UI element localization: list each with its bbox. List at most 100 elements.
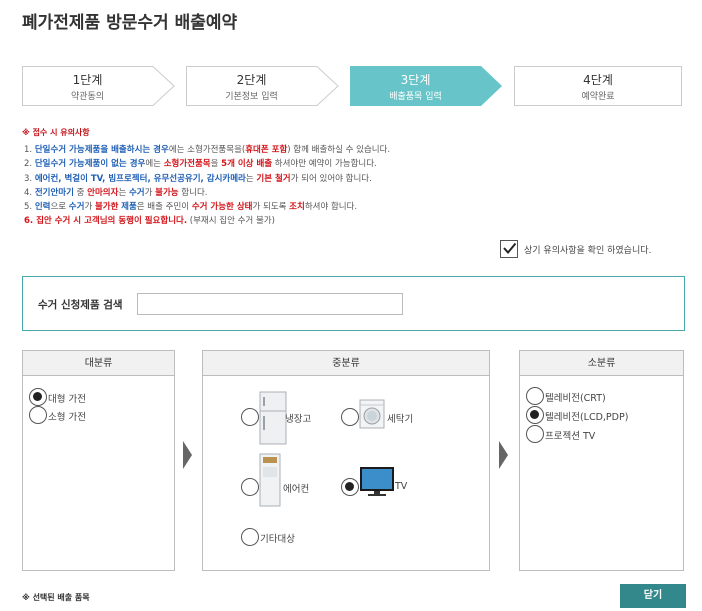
notice-text-segment: (부재시 집안 수거 불가) [187,216,275,227]
step-2-subtitle: 기본정보 입력 [225,92,278,102]
notice-text-segment: 가 [144,187,156,198]
others-radio[interactable] [241,528,259,546]
notice-text-segment: 5개 이상 배출 [221,159,273,170]
notice-item: 6. 집안 수거 시 고객님의 동행이 필요합니다. (부재시 집안 수거 불가… [24,214,390,228]
step-3-title: 3단계 [400,73,431,87]
notice-text-segment: 휴대폰 포함 [245,145,288,155]
air-conditioner-label: 에어컨 [283,484,310,495]
confirm-row: 상기 유의사항을 확인 하였습니다. [500,239,651,259]
notice-text-segment: 가 되어 있어야 합니다. [290,173,372,184]
washing-machine-label: 세탁기 [387,414,414,425]
notice-text-segment: 안마의자 [87,187,119,198]
notice-text-segment: 6. 집안 수거 시 고객님의 동행이 필요합니다. [24,216,188,227]
notice-text-segment: 조치 [289,202,305,213]
arrow-right-icon [183,441,192,469]
tv-lcd-pdp-radio[interactable] [526,406,544,424]
air-conditioner-radio[interactable] [241,478,259,496]
step-2: 2단계 기본정보 입력 [186,66,339,106]
refrigerator-icon [259,391,287,445]
step-4-title: 4단계 [583,73,613,87]
notice-text-segment: 단일수거 가능제품이 없는 경우 [34,159,146,170]
notice-text-segment: 으로 [50,202,69,213]
notice-text-segment: 는 [118,187,129,198]
search-input[interactable] [137,293,403,315]
search-section: 수거 신청제품 검색 [22,276,685,331]
notice-item: 3. 에어컨, 벽걸이 TV, 빔프로젝터, 유무선공유기, 감시카메라는 기본… [24,172,390,186]
notice-text-segment: 가 되도록 [252,202,290,213]
notice-text-segment: 하셔야 합니다. [304,202,358,213]
mid-category-header: 중분류 [203,351,489,376]
mid-category-panel: 중분류 냉장고 세탁기 에어컨 TV 기타대상 [202,350,490,571]
notice-text-segment: 하셔야만 예약이 가능합니다. [272,159,377,170]
notice-text-segment: 수거 [68,202,85,213]
notice-text-segment: 제품 [121,202,137,213]
small-appliance-radio[interactable] [29,406,47,424]
notice-text-segment: 4. [24,187,35,198]
notice-text-segment: 합니다. [178,187,208,198]
notice-text-segment: 기본 철거 [256,173,291,184]
check-icon [503,242,517,255]
notice-text-segment: 3. [24,173,35,184]
notice-text-segment: 2. [24,159,35,170]
tv-radio[interactable] [341,478,359,496]
small-category-panel: 소분류 텔레비전(CRT) 텔레비전(LCD,PDP) 프로젝션 TV [519,350,684,571]
notice-text-segment: 수거 가능한 상태 [191,202,253,213]
step-indicator: 1단계 약관동의 2단계 기본정보 입력 3단계 배출품목 입력 4단계 예약완… [22,66,682,106]
notice-text-segment: 중 [73,187,88,198]
notice-text-segment: 1. [24,145,35,155]
step-1-title: 1단계 [72,73,103,87]
notice-title: ※ 접수 시 유의사항 [22,128,90,137]
notice-text-segment: 인력 [34,202,51,213]
others-label: 기타대상 [260,534,295,545]
page-title: 폐가전제품 방문수거 배출예약 [22,13,238,33]
arrow-right-icon [499,441,508,469]
notice-text-segment: 에는 소형가전품목을( [168,145,246,155]
notice-item: 1. 단일수거 가능제품을 배출하시는 경우에는 소형가전품목을(휴대폰 포함)… [24,143,390,157]
confirm-label: 상기 유의사항을 확인 하였습니다. [524,245,652,256]
tv-label: TV [395,481,408,492]
step-3-subtitle: 배출품목 입력 [389,92,442,102]
step-2-title: 2단계 [236,73,267,87]
large-category-header: 대분류 [23,351,174,376]
washing-machine-radio[interactable] [341,408,359,426]
large-category-panel: 대분류 대형 가전 소형 가전 [22,350,175,571]
notice-list: 1. 단일수거 가능제품을 배출하시는 경우에는 소형가전품목을(휴대폰 포함)… [24,143,390,229]
step-1-subtitle: 약관동의 [70,92,105,102]
notice-text-segment: 은 배출 주민이 [136,202,192,213]
step-4: 4단계 예약완료 [514,66,682,106]
tv-lcd-pdp-label: 텔레비전(LCD,PDP) [545,412,629,423]
tv-icon [360,467,394,496]
projection-tv-label: 프로젝션 TV [545,431,596,442]
projection-tv-radio[interactable] [526,425,544,443]
large-appliance-radio[interactable] [29,388,47,406]
notice-text-segment: 을 [210,159,222,170]
confirm-checkbox[interactable] [500,240,518,258]
close-button[interactable]: 닫기 [620,584,686,608]
large-appliance-label: 대형 가전 [48,394,86,405]
air-conditioner-icon [259,453,281,507]
notice-item: 4. 전기안마기 중 안마의자는 수거가 불가능 합니다. [24,186,390,200]
notice-text-segment: 불가능 [155,187,179,198]
washing-machine-icon [359,399,385,429]
notice-text-segment: 가 [84,202,95,213]
notice-text-segment: 불가한 [94,202,119,213]
notice-text-segment: 는 [245,173,257,184]
step-3: 3단계 배출품목 입력 [350,66,503,106]
notice-text-segment: 수거 [128,187,145,198]
tv-crt-label: 텔레비전(CRT) [545,393,606,404]
search-label: 수거 신청제품 검색 [38,299,123,311]
step-1: 1단계 약관동의 [22,66,175,106]
selected-items-title: ※ 선택된 배출 품목 [22,593,90,602]
notice-item: 2. 단일수거 가능제품이 없는 경우에는 소형가전품목을 5개 이상 배출 하… [24,157,390,171]
notice-text-segment: 에는 [145,159,164,170]
notice-text-segment: 전기안마기 [34,187,74,198]
refrigerator-radio[interactable] [241,408,259,426]
notice-text-segment: 단일수거 가능제품을 배출하시는 경우 [34,145,169,155]
step-4-subtitle: 예약완료 [581,92,615,102]
notice-text-segment: 소형가전품목 [163,159,211,170]
refrigerator-label: 냉장고 [285,414,312,425]
notice-text-segment: 5. [24,202,35,213]
tv-crt-radio[interactable] [526,387,544,405]
small-appliance-label: 소형 가전 [48,412,86,423]
small-category-header: 소분류 [520,351,683,376]
